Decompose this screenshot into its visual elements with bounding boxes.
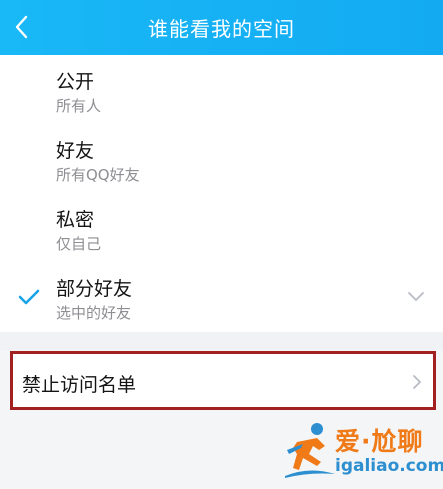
chevron-left-icon: [15, 15, 28, 39]
option-sublabel: 所有人: [56, 97, 102, 115]
section-divider: [0, 332, 443, 350]
visibility-options: 公开 所有人 好友 所有QQ好友 私密 仅自己 部分好友 选中的好友: [0, 55, 443, 332]
back-button[interactable]: [6, 9, 36, 45]
option-sublabel: 选中的好友: [56, 304, 132, 322]
blocklist-row[interactable]: 禁止访问名单: [10, 351, 436, 410]
watermark-url: igaliao.com: [335, 456, 443, 476]
chevron-down-icon[interactable]: [407, 290, 425, 302]
option-friends[interactable]: 好友 所有QQ好友: [0, 124, 443, 192]
blocklist-label: 禁止访问名单: [22, 374, 137, 396]
page-title: 谁能看我的空间: [148, 17, 295, 41]
header-bar: 谁能看我的空间: [0, 0, 443, 55]
option-sublabel: 所有QQ好友: [56, 166, 140, 184]
runner-logo-icon: [285, 423, 335, 478]
option-sublabel: 仅自己: [56, 235, 102, 253]
option-some-friends[interactable]: 部分好友 选中的好友: [0, 262, 443, 330]
chevron-right-icon: [413, 375, 421, 389]
option-label: 部分好友: [56, 278, 133, 300]
option-private[interactable]: 私密 仅自己: [0, 193, 443, 261]
watermark-brand: 爱·尬聊: [335, 427, 424, 456]
checkmark-icon: [18, 289, 40, 305]
option-label: 好友: [56, 140, 95, 162]
option-public[interactable]: 公开 所有人: [0, 55, 443, 123]
option-label: 私密: [56, 209, 95, 231]
watermark: 爱·尬聊 igaliao.com: [283, 420, 443, 484]
option-label: 公开: [56, 71, 95, 93]
